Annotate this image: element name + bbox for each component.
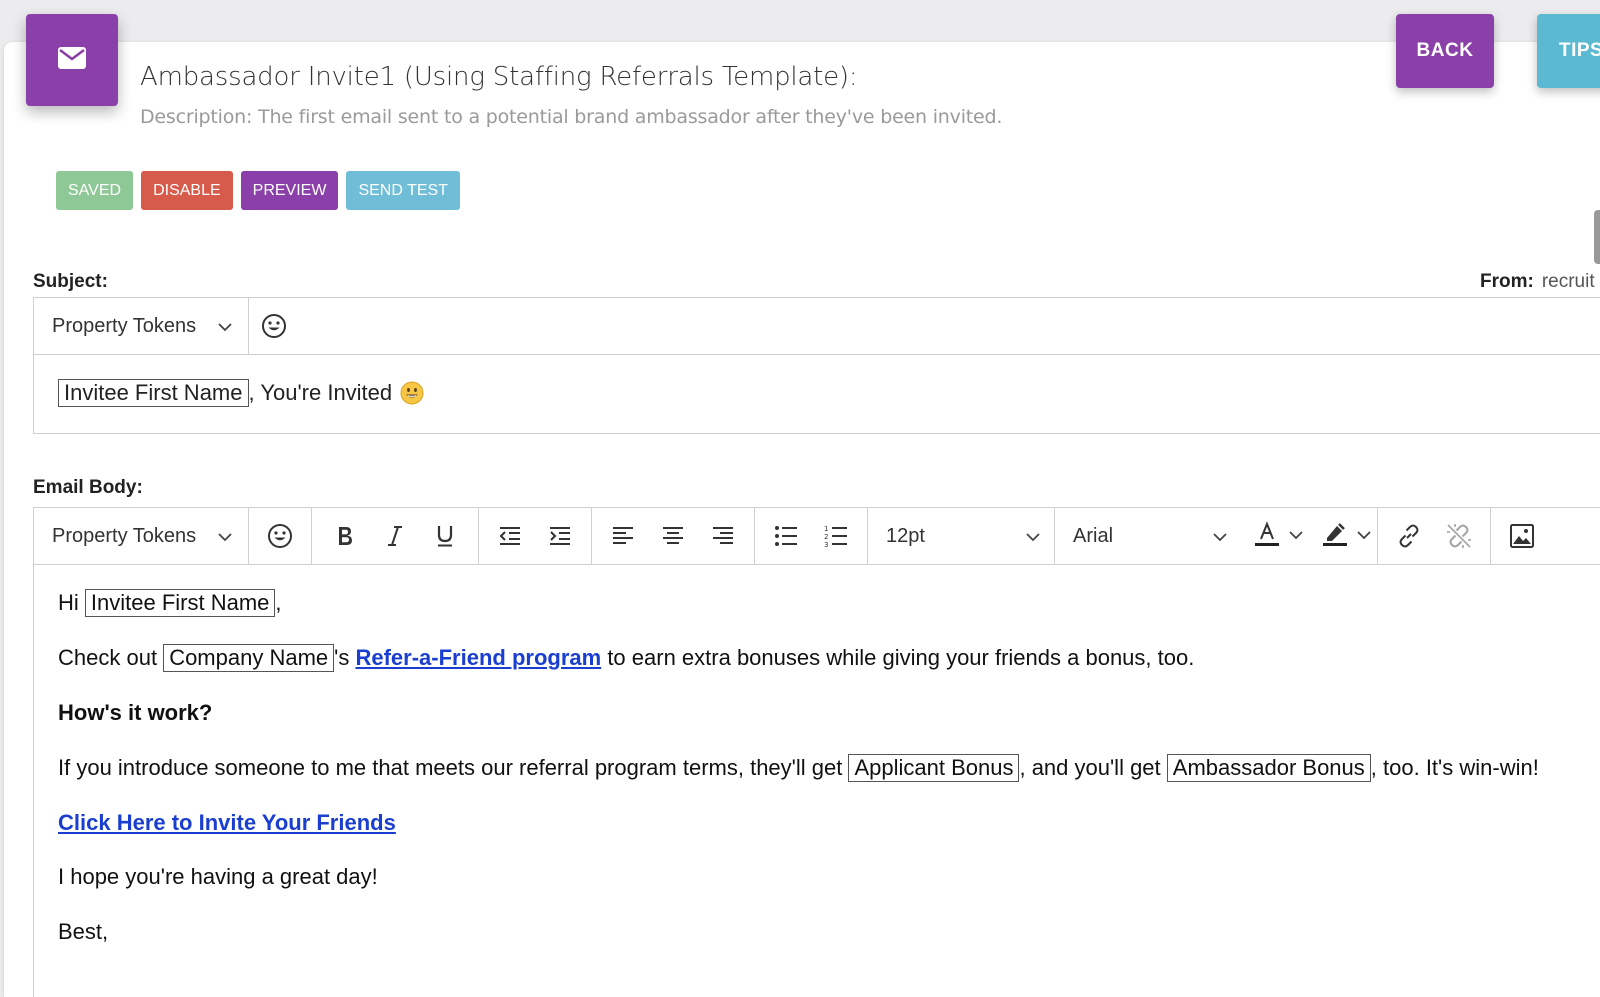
heading-text: How's it work? — [58, 699, 213, 725]
font-size-select[interactable]: 12pt — [868, 508, 1054, 564]
page-title: Ambassador Invite1 (Using Staffing Refer… — [140, 62, 858, 92]
text-color-picker[interactable] — [1253, 508, 1303, 564]
emoji-icon[interactable] — [255, 508, 305, 564]
program-text-suffix: to earn extra bonuses while giving your … — [607, 644, 1195, 670]
insert-image-icon[interactable] — [1497, 508, 1547, 564]
chevron-down-icon — [218, 525, 232, 548]
numbered-list-icon[interactable]: 123 — [811, 508, 861, 564]
program-text-prefix: Check out — [58, 644, 158, 670]
chevron-down-icon — [1289, 527, 1303, 545]
refer-a-friend-link[interactable]: Refer-a-Friend program — [355, 645, 601, 670]
align-center-icon[interactable] — [648, 508, 698, 564]
from-field: From: recruit — [1480, 271, 1595, 293]
email-body-input[interactable]: Hi Invitee First Name, Check out Company… — [34, 565, 1600, 948]
action-toolbar: SAVED DISABLE PREVIEW SEND TEST — [56, 171, 460, 210]
link-icon[interactable] — [1384, 508, 1434, 564]
email-template-tile — [26, 14, 118, 106]
body-token-ambassador-bonus[interactable]: Ambassador Bonus — [1166, 753, 1371, 782]
body-token-invitee-first-name[interactable]: Invitee First Name — [84, 589, 276, 618]
subject-property-tokens-dropdown[interactable]: Property Tokens — [34, 298, 249, 354]
property-tokens-label: Property Tokens — [52, 314, 197, 337]
program-paragraph: Check out Company Name's Refer-a-Friend … — [58, 642, 1600, 674]
indent-icon[interactable] — [535, 508, 585, 564]
svg-text:3: 3 — [824, 541, 828, 548]
email-body-editor: Property Tokens 1 2 3 12pt Arial Hi Invi… — [33, 507, 1600, 997]
highlighter-icon — [1321, 520, 1349, 553]
greeting-text: Hi — [58, 590, 79, 615]
back-button[interactable]: BACK — [1396, 14, 1494, 88]
unlink-icon[interactable] — [1434, 508, 1484, 564]
subject-text: , You're Invited — [248, 380, 393, 406]
chevron-down-icon — [218, 315, 232, 338]
subject-label: Subject: — [33, 271, 108, 292]
outdent-icon[interactable] — [485, 508, 535, 564]
chevron-down-icon — [1026, 525, 1040, 548]
greeting-paragraph: Hi Invitee First Name, — [58, 587, 1600, 619]
subject-editor: Property Tokens Invitee First Name, You'… — [33, 297, 1600, 434]
font-size-value: 12pt — [886, 524, 925, 547]
svg-text:1: 1 — [824, 525, 828, 533]
bold-icon[interactable] — [320, 508, 370, 564]
from-label: From: — [1480, 271, 1534, 292]
invite-friends-link[interactable]: Click Here to Invite Your Friends — [58, 810, 396, 835]
envelope-icon — [57, 46, 87, 75]
grinning-face-emoji-icon — [400, 381, 424, 405]
tips-button[interactable]: TIPS — [1537, 14, 1600, 88]
from-value[interactable]: recruit — [1542, 271, 1595, 292]
bonus-text-prefix: If you introduce someone to me that meet… — [58, 754, 843, 780]
bonus-text-mid: , and you'll get — [1019, 754, 1161, 780]
saved-button[interactable]: SAVED — [56, 171, 134, 210]
property-tokens-label: Property Tokens — [52, 524, 197, 547]
signoff-paragraph: Best, — [58, 916, 1600, 948]
program-text-possessive: 's — [334, 644, 350, 670]
subject-input[interactable]: Invitee First Name, You're Invited — [34, 355, 1600, 431]
cta-paragraph: Click Here to Invite Your Friends — [58, 807, 1600, 839]
subject-token-invitee-first-name[interactable]: Invitee First Name — [58, 379, 249, 408]
bonus-paragraph: If you introduce someone to me that meet… — [58, 752, 1600, 784]
send-test-button[interactable]: SEND TEST — [346, 171, 460, 210]
closing-paragraph: I hope you're having a great day! — [58, 861, 1600, 893]
underline-icon[interactable] — [420, 508, 470, 564]
closing-text: I hope you're having a great day! — [58, 864, 378, 890]
align-right-icon[interactable] — [698, 508, 748, 564]
body-token-company-name[interactable]: Company Name — [163, 643, 335, 673]
text-color-icon — [1253, 520, 1281, 553]
subject-toolbar: Property Tokens — [34, 298, 1600, 355]
body-toolbar: Property Tokens 1 2 3 12pt Arial — [34, 508, 1600, 565]
greeting-suffix: , — [275, 590, 282, 615]
align-left-icon[interactable] — [598, 508, 648, 564]
bullet-list-icon[interactable] — [761, 508, 811, 564]
signoff-text: Best, — [58, 919, 109, 945]
disable-button[interactable]: DISABLE — [141, 171, 233, 210]
page-description: Description: The first email sent to a p… — [140, 106, 1003, 128]
font-family-value: Arial — [1073, 524, 1114, 547]
how-it-works-heading: How's it work? — [58, 697, 1600, 729]
italic-icon[interactable] — [370, 508, 420, 564]
emoji-icon[interactable] — [249, 298, 299, 354]
chevron-down-icon — [1357, 527, 1371, 545]
highlight-color-picker[interactable] — [1321, 508, 1371, 564]
chevron-down-icon — [1213, 525, 1227, 548]
side-panel-handle[interactable] — [1594, 210, 1600, 264]
bonus-text-suffix: , too. It's win-win! — [1370, 754, 1539, 780]
email-body-label: Email Body: — [33, 477, 143, 498]
body-token-applicant-bonus[interactable]: Applicant Bonus — [848, 753, 1020, 782]
body-property-tokens-dropdown[interactable]: Property Tokens — [34, 508, 249, 564]
font-family-select[interactable]: Arial — [1055, 508, 1241, 564]
preview-button[interactable]: PREVIEW — [240, 171, 339, 210]
svg-text:2: 2 — [824, 533, 828, 541]
